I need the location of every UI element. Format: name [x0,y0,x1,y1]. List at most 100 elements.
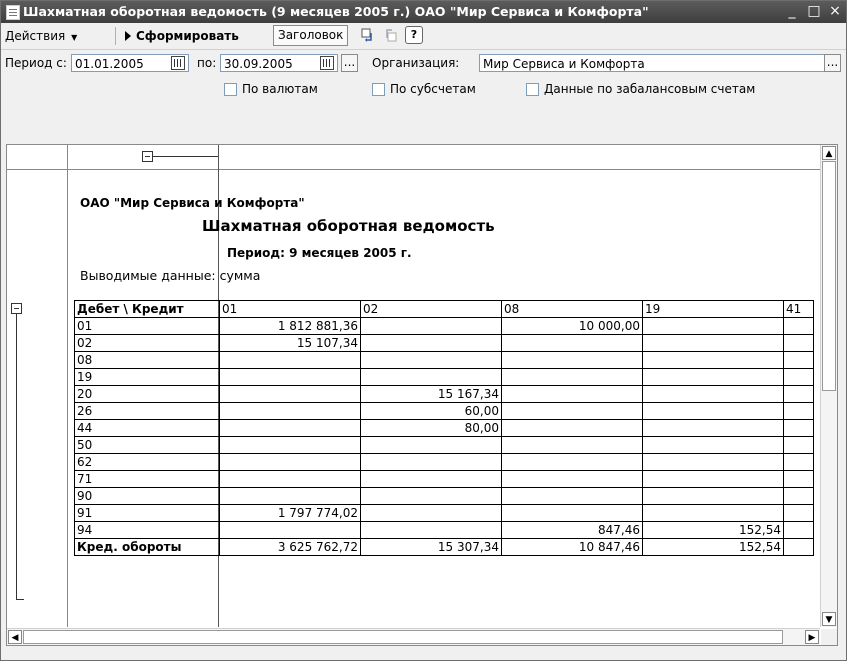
collapse-column-group-icon[interactable] [142,151,153,162]
table-cell[interactable] [501,368,643,386]
totals-cell[interactable]: 10 847,46 [501,538,643,556]
period-select-button[interactable]: ... [341,54,358,72]
table-cell[interactable] [783,402,814,420]
row-account-cell[interactable]: 91 [74,504,220,522]
row-account-cell[interactable]: 01 [74,317,220,335]
table-cell[interactable] [501,419,643,437]
scroll-down-icon[interactable]: ▼ [822,612,836,626]
table-cell[interactable] [219,368,361,386]
table-cell[interactable] [219,487,361,505]
column-header-cell[interactable]: 19 [642,300,784,318]
table-cell[interactable] [783,385,814,403]
scroll-up-icon[interactable]: ▲ [822,146,836,160]
row-account-cell[interactable]: 94 [74,521,220,539]
table-cell[interactable] [219,402,361,420]
subaccounts-checkbox[interactable] [372,83,385,96]
table-cell[interactable] [501,504,643,522]
currency-checkbox[interactable] [224,83,237,96]
table-cell[interactable] [642,368,784,386]
totals-cell[interactable] [783,538,814,556]
horizontal-scrollbar[interactable]: ◀ ▶ [7,628,820,645]
table-cell[interactable] [642,453,784,471]
table-cell[interactable] [360,351,502,369]
scroll-left-icon[interactable]: ◀ [8,630,22,644]
table-cell[interactable] [501,351,643,369]
table-cell[interactable] [360,470,502,488]
table-cell[interactable] [501,402,643,420]
table-cell[interactable] [783,470,814,488]
vertical-scrollbar[interactable]: ▲ ▼ [820,145,837,627]
table-cell[interactable] [360,368,502,386]
table-cell[interactable] [642,504,784,522]
maximize-button[interactable]: □ [805,2,823,20]
table-cell[interactable] [360,487,502,505]
scroll-right-icon[interactable]: ▶ [805,630,819,644]
table-cell[interactable] [642,436,784,454]
close-button[interactable]: × [826,2,844,20]
organization-field[interactable]: Мир Сервиса и Комфорта [479,54,833,72]
column-header-cell[interactable]: 01 [219,300,361,318]
expand-icon[interactable] [361,28,375,42]
table-cell[interactable] [219,436,361,454]
table-cell[interactable]: 60,00 [360,402,502,420]
row-account-cell[interactable]: 08 [74,351,220,369]
row-account-cell[interactable]: 20 [74,385,220,403]
help-button[interactable]: ? [405,26,423,44]
column-header-cell[interactable]: 41 [783,300,814,318]
table-cell[interactable] [501,436,643,454]
row-account-cell[interactable]: 50 [74,436,220,454]
table-cell[interactable] [783,504,814,522]
table-cell[interactable]: 10 000,00 [501,317,643,335]
table-cell[interactable] [219,521,361,539]
table-cell[interactable] [642,470,784,488]
offbalance-checkbox[interactable] [526,83,539,96]
table-cell[interactable] [501,470,643,488]
table-cell[interactable] [219,351,361,369]
row-account-cell[interactable]: 44 [74,419,220,437]
table-cell[interactable] [219,453,361,471]
table-cell[interactable] [783,453,814,471]
column-header-cell[interactable]: 08 [501,300,643,318]
table-cell[interactable] [783,368,814,386]
table-cell[interactable] [642,351,784,369]
table-cell[interactable]: 1 797 774,02 [219,504,361,522]
table-cell[interactable] [360,521,502,539]
table-cell[interactable] [501,334,643,352]
row-account-cell[interactable]: 02 [74,334,220,352]
vertical-scroll-thumb[interactable] [822,161,836,391]
row-account-cell[interactable]: 90 [74,487,220,505]
table-cell[interactable] [219,385,361,403]
table-cell[interactable] [642,334,784,352]
collapse-row-group-icon[interactable] [11,303,22,314]
header-toggle-button[interactable]: Заголовок [273,25,349,46]
table-cell[interactable] [360,334,502,352]
table-cell[interactable] [219,470,361,488]
totals-cell[interactable]: 3 625 762,72 [219,538,361,556]
totals-label-cell[interactable]: Кред. обороты [74,538,220,556]
table-cell[interactable] [783,419,814,437]
report-document[interactable]: ОАО "Мир Сервиса и Комфорта" Шахматная о… [6,144,838,646]
table-cell[interactable] [783,487,814,505]
calendar-icon[interactable] [171,56,185,70]
horizontal-scroll-thumb[interactable] [23,630,783,644]
table-cell[interactable] [360,453,502,471]
table-cell[interactable] [642,487,784,505]
organization-select-button[interactable]: ... [824,54,841,72]
table-cell[interactable] [642,402,784,420]
table-cell[interactable]: 152,54 [642,521,784,539]
table-cell[interactable] [219,419,361,437]
table-cell[interactable] [642,385,784,403]
table-cell[interactable]: 80,00 [360,419,502,437]
minimize-button[interactable]: _ [783,2,801,20]
row-account-cell[interactable]: 71 [74,470,220,488]
table-cell[interactable] [360,317,502,335]
corner-header-cell[interactable]: Дебет \ Кредит [74,300,220,318]
table-cell[interactable] [501,487,643,505]
table-cell[interactable] [360,436,502,454]
table-cell[interactable]: 15 167,34 [360,385,502,403]
row-account-cell[interactable]: 26 [74,402,220,420]
actions-menu[interactable]: Действия ▼ [5,26,77,46]
table-cell[interactable] [783,334,814,352]
table-cell[interactable] [642,419,784,437]
table-cell[interactable]: 15 107,34 [219,334,361,352]
